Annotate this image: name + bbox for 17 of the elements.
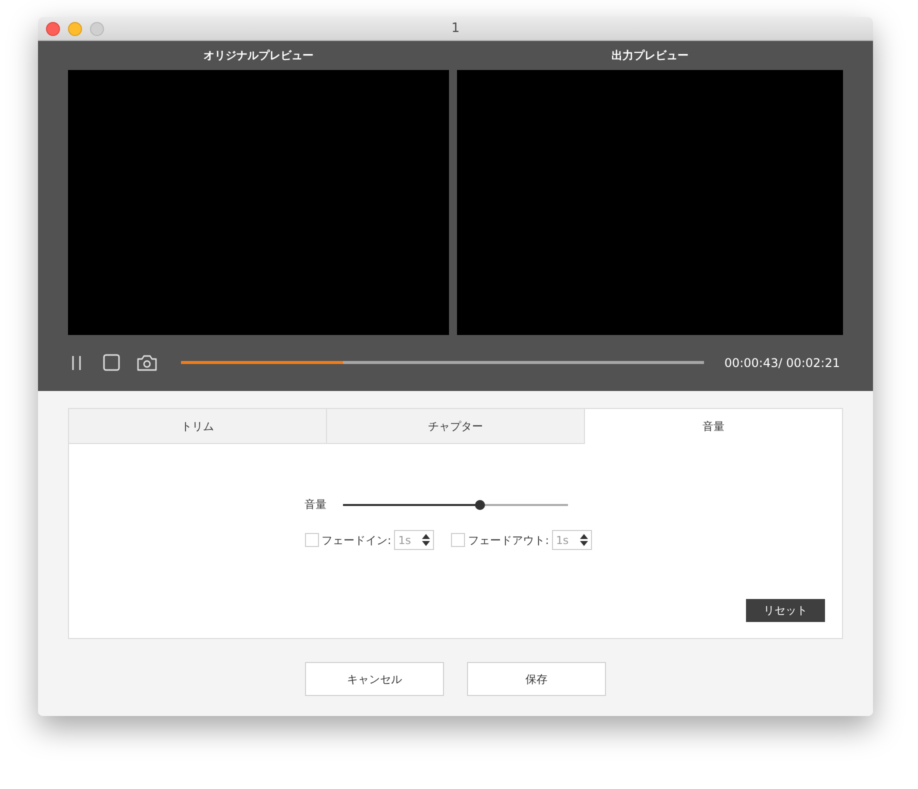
camera-icon[interactable]: [137, 354, 157, 371]
playback-time: 00:00:43/ 00:02:21: [724, 356, 840, 370]
tab[interactable]: チャプター: [327, 409, 585, 444]
preview-label: 出力プレビュー: [612, 48, 688, 64]
close-icon[interactable]: [46, 22, 60, 36]
preview-label: オリジナルプレビュー: [204, 48, 314, 64]
reset-button[interactable]: リセット: [746, 599, 825, 622]
dialog-button[interactable]: キャンセル: [305, 662, 444, 696]
window-title: 1: [451, 21, 460, 36]
dialog-button[interactable]: 保存: [467, 662, 606, 696]
pause-icon[interactable]: [70, 354, 84, 370]
fade-label: フェードアウト:: [468, 532, 549, 548]
tab[interactable]: トリム: [69, 409, 327, 444]
stop-icon[interactable]: [103, 354, 120, 371]
slider-thumb[interactable]: [474, 500, 485, 510]
volume-label: 音量: [304, 497, 326, 512]
fade-label: フェードイン:: [322, 532, 392, 548]
